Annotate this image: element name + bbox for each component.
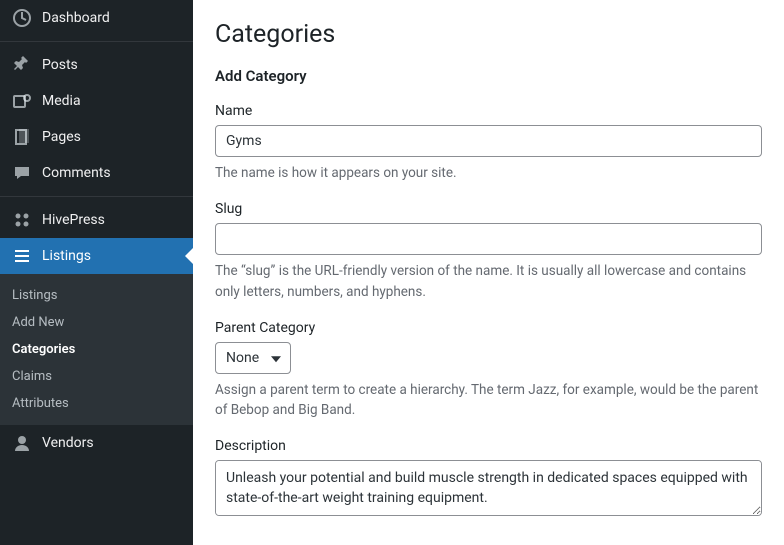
main-content: Categories Add Category Name The name is… bbox=[193, 0, 784, 545]
page-title: Categories bbox=[215, 20, 762, 49]
label-slug: Slug bbox=[215, 201, 762, 217]
help-parent: Assign a parent term to create a hierarc… bbox=[215, 380, 762, 421]
pages-icon bbox=[12, 127, 32, 147]
submenu-item-add-new[interactable]: Add New bbox=[0, 309, 193, 336]
select-parent-wrap: None bbox=[215, 342, 291, 374]
sidebar-item-dashboard[interactable]: Dashboard bbox=[0, 0, 193, 36]
help-name: The name is how it appears on your site. bbox=[215, 163, 762, 183]
sidebar-item-comments[interactable]: Comments bbox=[0, 155, 193, 191]
media-icon bbox=[12, 91, 32, 111]
label-name: Name bbox=[215, 103, 762, 119]
dashboard-icon bbox=[12, 8, 32, 28]
menu-separator bbox=[0, 196, 193, 197]
vendors-icon bbox=[12, 433, 32, 453]
admin-sidebar: Dashboard Posts Media Pages Comments Hiv… bbox=[0, 0, 193, 545]
field-slug: Slug The “slug” is the URL-friendly vers… bbox=[215, 201, 762, 302]
submenu-item-listings[interactable]: Listings bbox=[0, 282, 193, 309]
listings-icon bbox=[12, 246, 32, 266]
form-title: Add Category bbox=[215, 67, 762, 85]
pin-icon bbox=[12, 55, 32, 75]
field-parent: Parent Category None Assign a parent ter… bbox=[215, 320, 762, 421]
submenu-item-categories[interactable]: Categories bbox=[0, 336, 193, 363]
field-description: Description bbox=[215, 438, 762, 520]
sidebar-label-media: Media bbox=[42, 93, 81, 109]
sidebar-item-posts[interactable]: Posts bbox=[0, 47, 193, 83]
submenu-item-claims[interactable]: Claims bbox=[0, 363, 193, 390]
help-slug: The “slug” is the URL-friendly version o… bbox=[215, 261, 762, 302]
sidebar-label-dashboard: Dashboard bbox=[42, 10, 110, 26]
sidebar-item-listings[interactable]: Listings bbox=[0, 238, 193, 274]
sidebar-label-pages: Pages bbox=[42, 129, 81, 145]
sidebar-item-hivepress[interactable]: HivePress bbox=[0, 202, 193, 238]
menu-separator bbox=[0, 41, 193, 42]
sidebar-label-posts: Posts bbox=[42, 57, 78, 73]
select-parent[interactable]: None bbox=[215, 342, 291, 374]
sidebar-label-comments: Comments bbox=[42, 165, 111, 181]
sidebar-item-pages[interactable]: Pages bbox=[0, 119, 193, 155]
submenu-item-attributes[interactable]: Attributes bbox=[0, 390, 193, 417]
comments-icon bbox=[12, 163, 32, 183]
field-name: Name The name is how it appears on your … bbox=[215, 103, 762, 183]
input-name[interactable] bbox=[215, 125, 762, 157]
label-parent: Parent Category bbox=[215, 320, 762, 336]
sidebar-label-listings: Listings bbox=[42, 248, 91, 264]
input-slug[interactable] bbox=[215, 223, 762, 255]
hivepress-icon bbox=[12, 210, 32, 230]
sidebar-item-vendors[interactable]: Vendors bbox=[0, 425, 193, 461]
sidebar-item-media[interactable]: Media bbox=[0, 83, 193, 119]
sidebar-label-hivepress: HivePress bbox=[42, 212, 105, 228]
sidebar-label-vendors: Vendors bbox=[42, 435, 94, 451]
submenu-listings: Listings Add New Categories Claims Attri… bbox=[0, 274, 193, 425]
label-description: Description bbox=[215, 438, 762, 454]
textarea-description[interactable] bbox=[215, 460, 762, 516]
